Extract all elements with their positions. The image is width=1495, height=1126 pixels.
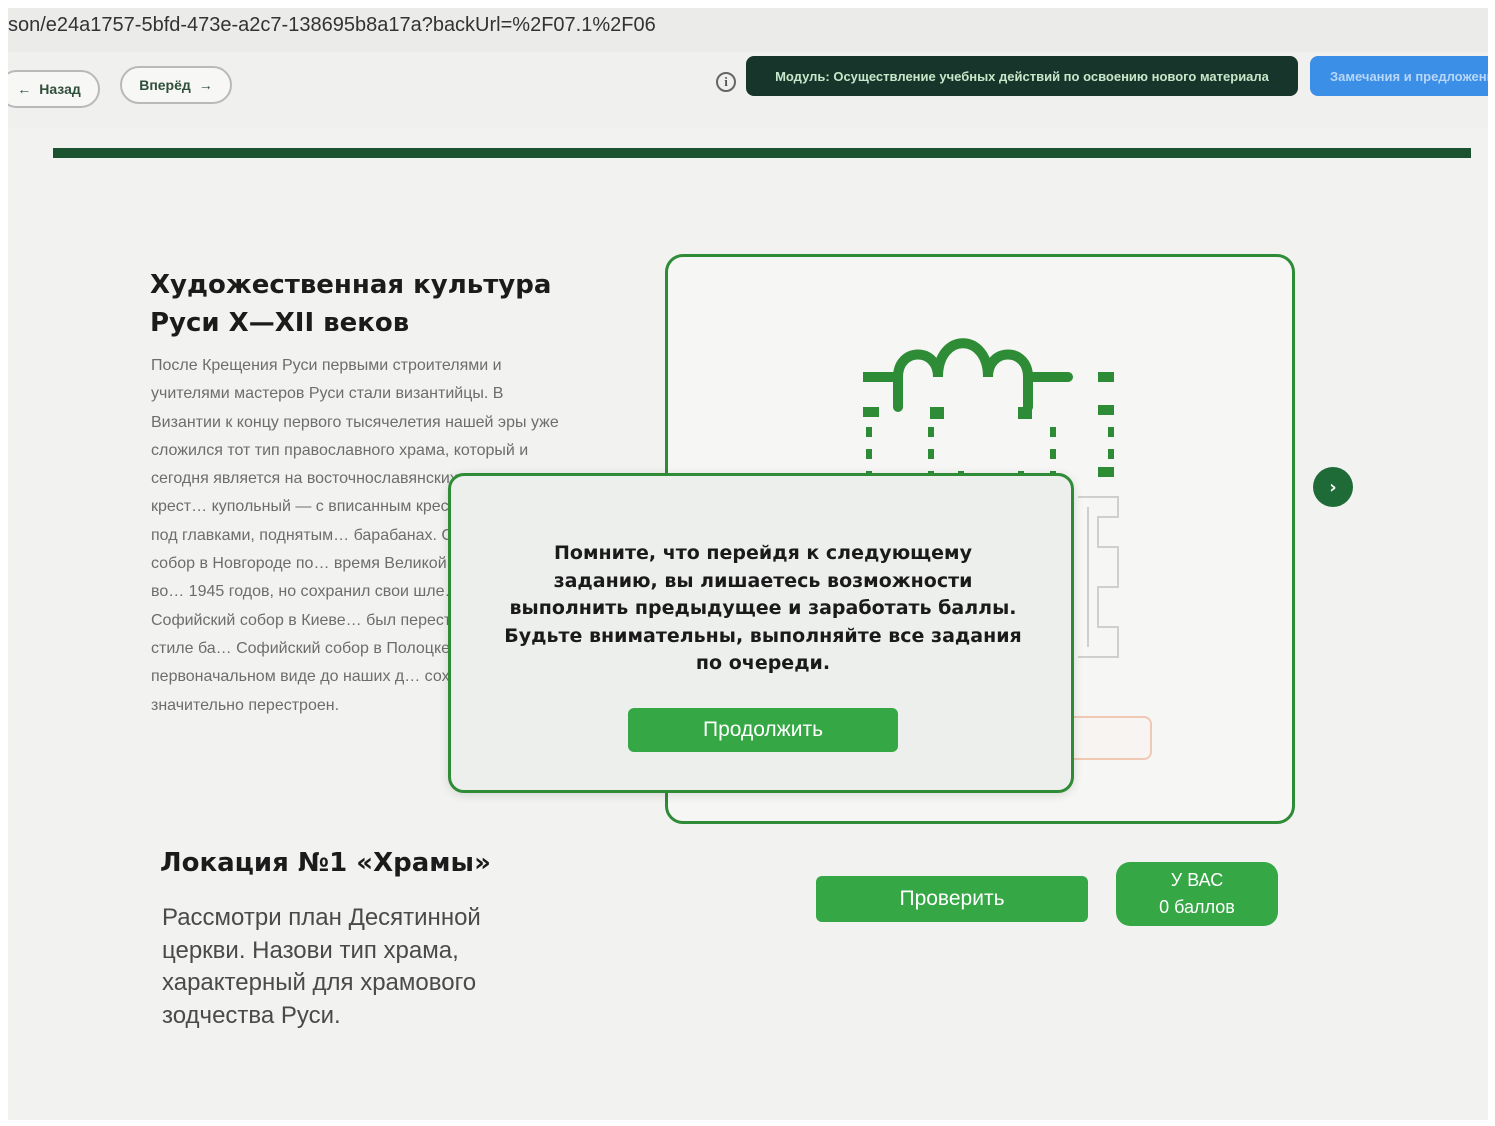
- lesson-title: Художественная культура Руси X—XII веков: [150, 270, 552, 338]
- url-text[interactable]: son/e24a1757-5bfd-473e-a2c7-138695b8a17a…: [8, 14, 656, 37]
- score-badge: У ВАС 0 баллов: [1116, 862, 1278, 926]
- modal-message: Помните, что перейдя к следующему задани…: [504, 542, 1022, 674]
- forward-label: Вперёд: [139, 77, 191, 93]
- task-text: Рассмотри план Десятинной церкви. Назови…: [162, 904, 481, 1029]
- continue-button[interactable]: Продолжить: [628, 708, 898, 752]
- back-button[interactable]: ← Назад: [8, 70, 100, 108]
- back-label: Назад: [39, 81, 81, 97]
- module-badge[interactable]: Модуль: Осуществление учебных действий п…: [746, 56, 1298, 96]
- chevron-right-icon[interactable]: ›: [1313, 467, 1353, 507]
- header-divider: [53, 148, 1471, 158]
- check-button[interactable]: Проверить: [816, 876, 1088, 922]
- info-icon[interactable]: i: [716, 72, 736, 92]
- lesson-navbar: ← Назад Вперёд → i Модуль: Осуществление…: [8, 52, 1488, 128]
- forward-button[interactable]: Вперёд →: [120, 66, 232, 104]
- score-heading: У ВАС: [1170, 870, 1224, 890]
- screen: son/e24a1757-5bfd-473e-a2c7-138695b8a17a…: [8, 8, 1488, 1120]
- score-value: 0 баллов: [1159, 897, 1235, 917]
- location-title: Локация №1 «Храмы»: [160, 848, 491, 878]
- arrow-right-icon: →: [198, 77, 213, 93]
- browser-url-bar[interactable]: son/e24a1757-5bfd-473e-a2c7-138695b8a17a…: [8, 8, 1488, 52]
- notes-button[interactable]: Замечания и предложения: [1310, 56, 1488, 96]
- arrow-left-icon: ←: [17, 81, 32, 97]
- warning-modal: Помните, что перейдя к следующему задани…: [448, 473, 1074, 793]
